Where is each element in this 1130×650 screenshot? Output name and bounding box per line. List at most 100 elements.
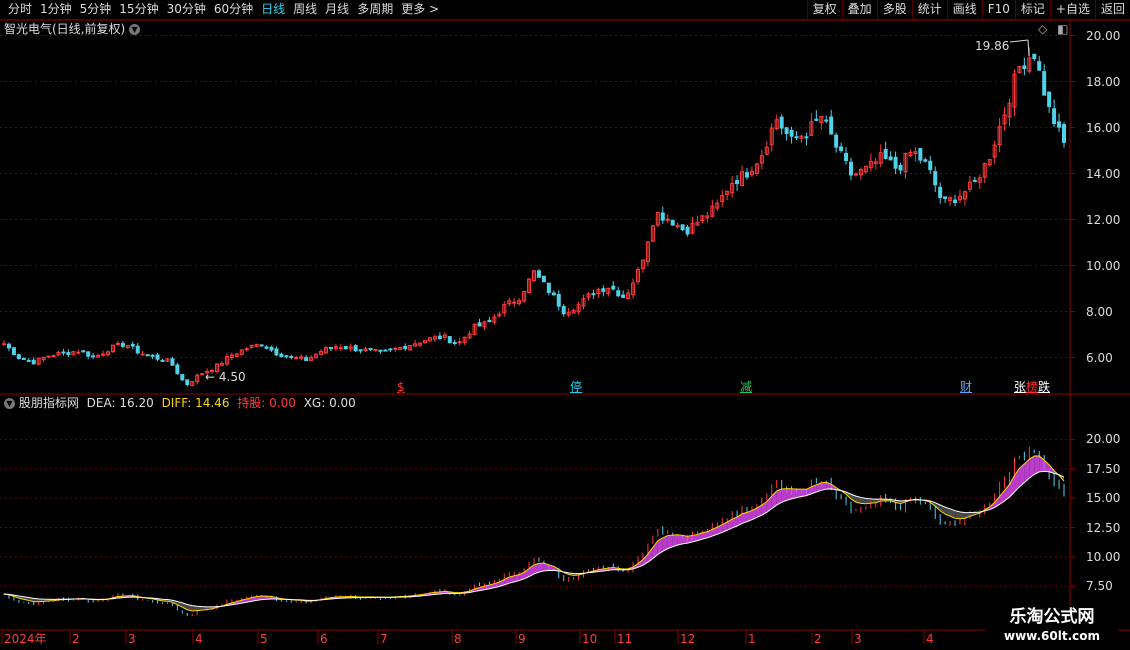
candle-body [1022,65,1027,70]
candle-body [353,345,358,352]
candle-body [437,335,442,340]
candle-body [670,219,675,226]
candle-body [373,348,378,351]
candle-body [551,292,556,296]
candle-body [393,347,398,350]
hold-value: 0.00 [269,396,296,410]
candle-body [735,180,740,185]
candle-body [660,212,665,221]
candle-body [383,349,388,352]
candle-body [101,353,106,356]
candle-body [804,136,809,139]
indicator-header: ▼ 股朋指标网 DEA: 16.20 DIFF: 14.46 持股: 0.00 … [4,396,356,410]
indicator-name[interactable]: 股朋指标网 [19,396,79,410]
main-y-tick-label: 6.00 [1086,350,1113,365]
candle-body [289,355,294,358]
candle-body [621,294,626,298]
watermark-url: www.60lt.com [1003,629,1101,643]
candle-body [933,171,938,186]
candle-body [893,156,898,169]
candle-body [16,354,21,359]
event-marker[interactable]: 榜 [1026,380,1038,394]
main-y-tick-label: 8.00 [1086,304,1113,319]
window-icon[interactable]: ◧ [1057,22,1068,36]
watermark-title: 乐淘公式网 [1009,607,1095,627]
candle-body [180,374,185,381]
candle-body [264,346,269,349]
candle-body [1052,108,1057,125]
candle-body [294,356,299,359]
candle-body [814,118,819,121]
candle-body [91,355,96,358]
candle-body [943,196,948,199]
main-title: 智光电气(日线,前复权) ▼ [4,22,141,36]
event-marker[interactable]: 减 [740,380,752,394]
candle-body [477,322,482,327]
candle-body [274,348,279,356]
candle-body [685,226,690,235]
candle-body [115,342,120,345]
chevron-down-icon[interactable]: ▼ [129,24,141,35]
candle-body [6,343,11,349]
candle-body [457,341,462,344]
candle-body [556,293,561,307]
candle-body [66,352,71,355]
candle-body [175,364,180,375]
event-marker[interactable]: $ [397,380,405,394]
main-y-tick-label: 12.00 [1086,212,1121,227]
kline-chart[interactable] [0,0,1130,650]
candle-body [368,348,373,351]
x-axis-label: 4 [926,632,934,646]
ind-y-tick-label: 10.00 [1086,549,1121,564]
event-marker[interactable]: 跌 [1038,380,1050,394]
main-y-tick-label: 20.00 [1086,28,1121,43]
candle-body [1037,61,1042,71]
x-axis-label: 2 [814,632,822,646]
candle-body [487,319,492,323]
event-marker[interactable]: 张 [1014,380,1026,394]
candle-body [120,342,125,347]
diff-value: 14.46 [195,396,230,410]
candle-body [844,153,849,162]
candle-body [849,161,854,176]
dea-label: DEA: [86,396,116,410]
candle-body [1042,71,1047,96]
x-axis-label: 6 [320,632,328,646]
candle-body [1062,124,1066,143]
event-marker[interactable]: 停 [570,380,582,394]
candle-body [259,344,264,347]
x-axis-label: 11 [617,632,633,646]
stock-title: 智光电气(日线,前复权) [4,22,126,36]
candle-body [794,136,799,139]
x-axis-label: 10 [582,632,598,646]
candle-body [150,354,155,357]
x-axis-label: 4 [195,632,203,646]
x-axis-label: 2 [72,632,80,646]
panel-icons: ◇ ◧ [1038,22,1068,36]
candle-body [928,160,933,171]
candle-body [616,290,621,297]
candle-body [601,288,606,292]
candle-body [160,359,165,362]
xg-value: 0.00 [329,396,356,410]
candle-body [388,348,393,351]
ind-y-tick-label: 12.50 [1086,520,1121,535]
x-axis-label: 2024年 [4,632,47,646]
candle-body [824,119,829,122]
candle-body [1032,53,1037,60]
candle-body [561,306,566,315]
event-marker[interactable]: 财 [960,380,972,394]
candle-body [744,172,749,178]
dea-value: 16.20 [119,396,154,410]
candle-body [447,336,452,344]
diamond-icon[interactable]: ◇ [1038,22,1047,36]
candle-body [1057,121,1062,128]
candle-body [918,147,923,161]
candle-body [140,353,145,356]
candle-body [536,270,541,278]
candle-body [665,218,670,221]
candle-body [546,282,551,293]
ind-y-tick-label: 20.00 [1086,432,1121,447]
candle-body [200,373,205,376]
chevron-down-icon[interactable]: ▼ [4,398,15,409]
